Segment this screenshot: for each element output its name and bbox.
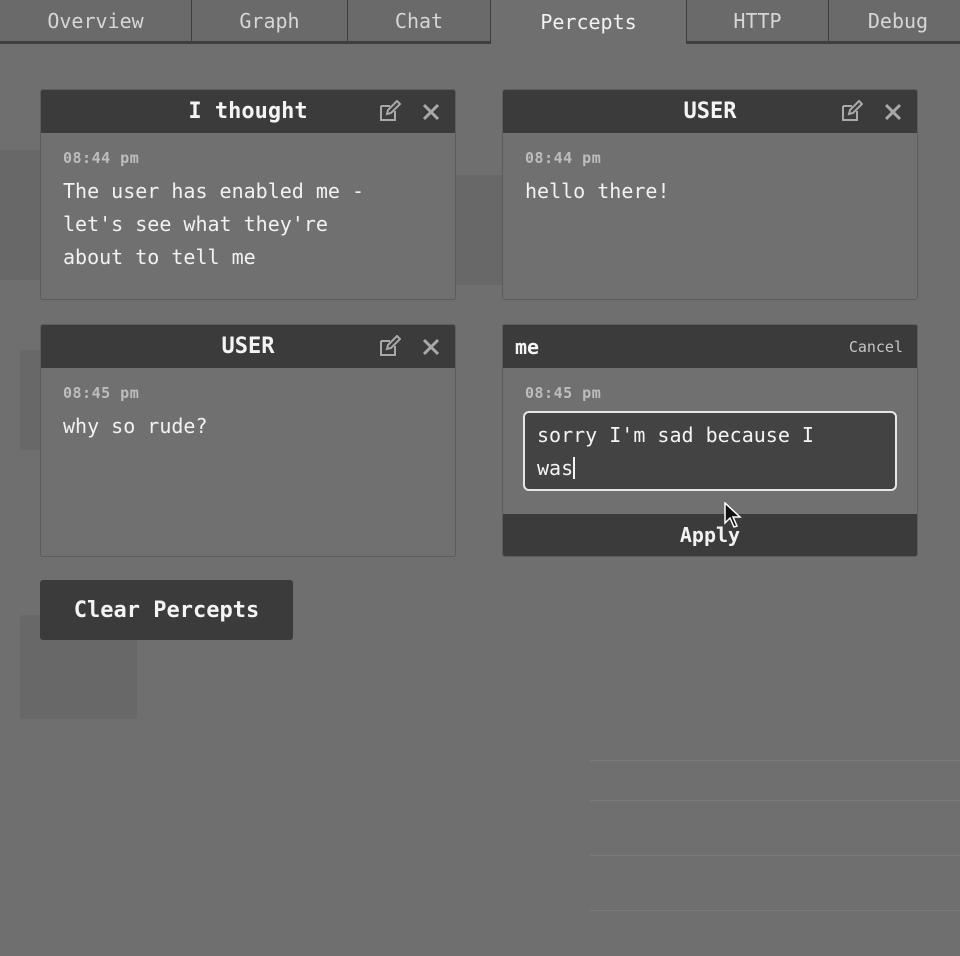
edit-icon[interactable] <box>375 333 403 361</box>
percept-title: I thought <box>188 99 308 124</box>
editor-header: me Cancel <box>503 325 917 368</box>
percept-timestamp: 08:45 pm <box>63 384 140 402</box>
tab-debug[interactable]: Debug <box>828 0 960 42</box>
percept-card: USER 08:45 pm why so rude? <box>40 324 456 557</box>
percept-title: USER <box>221 334 275 359</box>
percept-text: hello there! <box>525 179 670 203</box>
cancel-button[interactable]: Cancel <box>849 338 903 356</box>
percept-timestamp: 08:44 pm <box>63 149 140 167</box>
close-icon[interactable] <box>417 333 445 361</box>
edit-icon[interactable] <box>837 98 865 126</box>
close-icon[interactable] <box>879 98 907 126</box>
mouse-pointer-icon <box>724 501 744 532</box>
percept-title: USER <box>683 99 737 124</box>
tab-graph[interactable]: Graph <box>191 0 348 42</box>
percept-card-header: USER <box>503 90 917 133</box>
tab-bar: Overview Graph Chat Percepts HTTP Debug <box>0 0 960 44</box>
percept-text: The user has enabled me - let's see what… <box>63 179 365 269</box>
edit-icon[interactable] <box>375 98 403 126</box>
percept-card-header: I thought <box>41 90 455 133</box>
tab-underline-right <box>686 42 960 44</box>
apply-button[interactable]: Apply <box>503 514 917 556</box>
editor-role: me <box>515 334 540 359</box>
percept-card-header: USER <box>41 325 455 368</box>
percept-edit-value: sorry I'm sad because I was <box>537 423 814 480</box>
clear-percepts-button[interactable]: Clear Percepts <box>40 580 293 640</box>
tab-underline-left <box>0 42 490 44</box>
tab-percepts[interactable]: Percepts <box>490 0 687 44</box>
tab-overview[interactable]: Overview <box>0 0 192 42</box>
close-icon[interactable] <box>417 98 445 126</box>
percept-timestamp: 08:44 pm <box>525 149 602 167</box>
tab-chat[interactable]: Chat <box>347 0 491 42</box>
text-caret <box>573 457 576 479</box>
percept-editor-card: me Cancel 08:45 pm sorry I'm sad because… <box>502 324 918 557</box>
percept-card: I thought 08:44 pm The user has enabled … <box>40 89 456 300</box>
percept-edit-input[interactable]: sorry I'm sad because I was <box>523 411 897 491</box>
tab-http[interactable]: HTTP <box>686 0 829 42</box>
percept-text: why so rude? <box>63 414 208 438</box>
editor-timestamp: 08:45 pm <box>525 384 602 402</box>
percept-card: USER 08:44 pm hello there! <box>502 89 918 300</box>
